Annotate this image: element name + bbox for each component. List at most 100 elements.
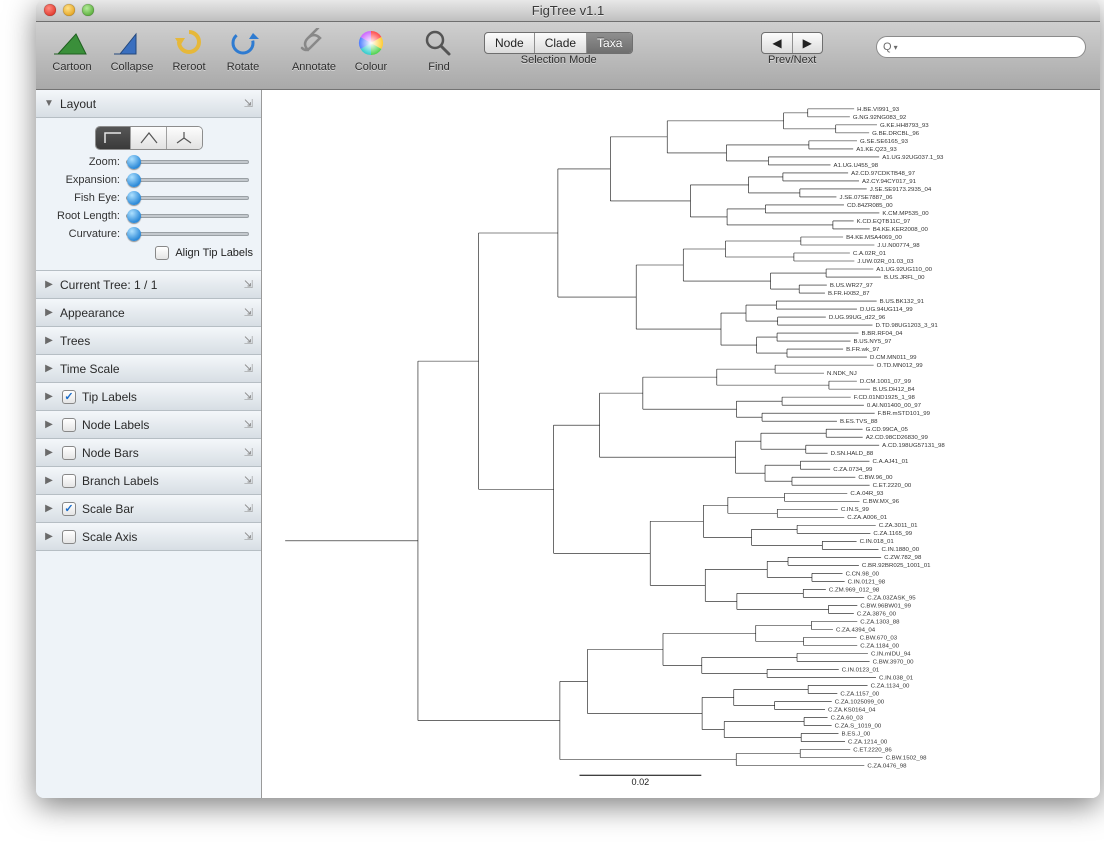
rotate-icon — [225, 28, 261, 58]
pin-icon[interactable]: ⇲ — [244, 474, 253, 487]
pin-icon[interactable]: ⇲ — [244, 446, 253, 459]
tip-label: J.U.N00774_98 — [877, 243, 920, 249]
curvature-slider[interactable] — [126, 232, 249, 236]
pin-icon[interactable]: ⇲ — [244, 306, 253, 319]
panel-scale-axis[interactable]: ▶ Scale Axis ⇲ — [36, 523, 261, 551]
pin-icon[interactable]: ⇲ — [244, 530, 253, 543]
tip-label: C.ZA.1184_00 — [860, 643, 899, 649]
disclosure-right-icon: ▶ — [44, 475, 54, 486]
annotate-button[interactable]: Annotate — [286, 26, 342, 73]
pin-icon[interactable]: ⇲ — [244, 334, 253, 347]
zoom-slider[interactable] — [126, 160, 249, 164]
tip-label: B4.KE.KER2008_00 — [873, 227, 929, 233]
cartoon-button[interactable]: Cartoon — [44, 26, 100, 73]
search-field[interactable]: Q ▾ — [876, 36, 1086, 58]
selection-taxa[interactable]: Taxa — [587, 33, 632, 53]
node-labels-checkbox[interactable] — [62, 418, 76, 432]
panel-branch-labels[interactable]: ▶ Branch Labels ⇲ — [36, 467, 261, 495]
curvature-label: Curvature: — [44, 228, 126, 240]
phylogenetic-tree: H.BE.VI991_93G.NG.92NG083_92G.KE.HH8793_… — [275, 103, 1087, 787]
tip-label: C.ET.2220_86 — [853, 748, 892, 754]
scale-bar-checkbox[interactable] — [62, 502, 76, 516]
minimize-icon[interactable] — [63, 4, 75, 16]
tip-label: D.CM.1001_07_99 — [860, 379, 912, 385]
panel-scale-bar[interactable]: ▶ Scale Bar ⇲ — [36, 495, 261, 523]
panel-layout-header[interactable]: ▼ Layout ⇲ — [36, 90, 261, 118]
panel-scale-bar-label: Scale Bar — [82, 502, 134, 516]
node-bars-checkbox[interactable] — [62, 446, 76, 460]
panel-time-scale[interactable]: ▶ Time Scale ⇲ — [36, 355, 261, 383]
pin-icon[interactable]: ⇲ — [244, 278, 253, 291]
panel-node-labels[interactable]: ▶ Node Labels ⇲ — [36, 411, 261, 439]
panel-trees[interactable]: ▶ Trees ⇲ — [36, 327, 261, 355]
panel-trees-label: Trees — [60, 334, 90, 348]
panel-current-tree-label: Current Tree: 1 / 1 — [60, 278, 157, 292]
rootlength-label: Root Length: — [44, 210, 126, 222]
tip-label: C.ZA.3876_00 — [857, 611, 897, 617]
cartoon-icon — [54, 28, 90, 58]
layout-diag-button[interactable] — [131, 127, 167, 149]
tip-label: C.ZA.S_1019_00 — [835, 723, 882, 729]
close-icon[interactable] — [44, 4, 56, 16]
tip-label: B.FR.HXB2_87 — [828, 291, 870, 297]
tip-labels-checkbox[interactable] — [62, 390, 76, 404]
layout-rect-button[interactable] — [96, 127, 132, 149]
align-tips-checkbox[interactable] — [155, 246, 169, 260]
panel-tip-labels[interactable]: ▶ Tip Labels ⇲ — [36, 383, 261, 411]
disclosure-right-icon: ▶ — [44, 391, 54, 402]
tip-label: C.ZA.0476_98 — [867, 764, 907, 770]
rotate-button[interactable]: Rotate — [218, 26, 268, 73]
tip-label: C.BW.96_00 — [858, 475, 893, 481]
pin-icon[interactable]: ⇲ — [244, 390, 253, 403]
fisheye-label: Fish Eye: — [44, 192, 126, 204]
branch-labels-checkbox[interactable] — [62, 474, 76, 488]
curvature-row: Curvature: — [44, 228, 253, 240]
tip-label: J.UW.02R_01.03_03 — [857, 259, 914, 265]
tip-label: 0.AI.N01400_00_97 — [867, 403, 922, 409]
disclosure-right-icon: ▶ — [44, 335, 54, 346]
tip-label: C.ZA.1214_00 — [848, 740, 888, 746]
reroot-icon — [171, 28, 207, 58]
tip-label: C.ZA.0734_99 — [833, 467, 873, 473]
tip-label: N.NDK_NJ — [827, 371, 857, 377]
tip-label: A1.UG.U455_98 — [834, 163, 879, 169]
search-input[interactable] — [902, 39, 1079, 55]
tree-canvas[interactable]: H.BE.VI991_93G.NG.92NG083_92G.KE.HH8793_… — [262, 90, 1100, 798]
selection-clade[interactable]: Clade — [535, 33, 587, 53]
find-button[interactable]: Find — [414, 26, 464, 73]
tip-label: H.BE.VI991_93 — [857, 107, 900, 113]
tip-label: C.BW.96BW01_99 — [860, 603, 911, 609]
pin-icon[interactable]: ⇲ — [244, 502, 253, 515]
tip-label: C.ZA.1165_99 — [873, 531, 912, 537]
layout-radial-button[interactable] — [167, 127, 202, 149]
collapse-icon — [114, 28, 150, 58]
panel-appearance[interactable]: ▶ Appearance ⇲ — [36, 299, 261, 327]
tip-label: C.IN.0123_01 — [842, 667, 880, 673]
scale-axis-checkbox[interactable] — [62, 530, 76, 544]
next-button[interactable]: ▶ — [793, 33, 822, 53]
panel-current-tree[interactable]: ▶ Current Tree: 1 / 1 ⇲ — [36, 271, 261, 299]
disclosure-down-icon: ▼ — [44, 98, 54, 109]
tip-label: C.ZA.1134_00 — [871, 683, 910, 689]
panel-node-bars-label: Node Bars — [82, 446, 139, 460]
collapse-button[interactable]: Collapse — [104, 26, 160, 73]
pin-icon[interactable]: ⇲ — [244, 362, 253, 375]
tip-label: C.ET.2220_00 — [873, 483, 912, 489]
pin-icon[interactable]: ⇲ — [244, 418, 253, 431]
prev-button[interactable]: ◀ — [762, 33, 792, 53]
pin-icon[interactable]: ⇲ — [244, 97, 253, 110]
search-menu-caret-icon[interactable]: ▾ — [894, 43, 898, 52]
tip-label: A2.CD.97CDKTB48_97 — [851, 171, 916, 177]
expansion-slider[interactable] — [126, 178, 249, 182]
panel-node-bars[interactable]: ▶ Node Bars ⇲ — [36, 439, 261, 467]
colour-button[interactable]: Colour — [346, 26, 396, 73]
fisheye-slider[interactable] — [126, 196, 249, 200]
rootlength-slider[interactable] — [126, 214, 249, 218]
selection-node[interactable]: Node — [485, 33, 535, 53]
tip-label: C.ZA.4394_04 — [836, 627, 876, 633]
reroot-button[interactable]: Reroot — [164, 26, 214, 73]
align-tips-row: Align Tip Labels — [44, 246, 253, 260]
zoom-icon[interactable] — [82, 4, 94, 16]
tip-label: B.US.WR27_97 — [830, 283, 874, 289]
tip-label: A2.CY.94CY017_91 — [862, 179, 917, 185]
